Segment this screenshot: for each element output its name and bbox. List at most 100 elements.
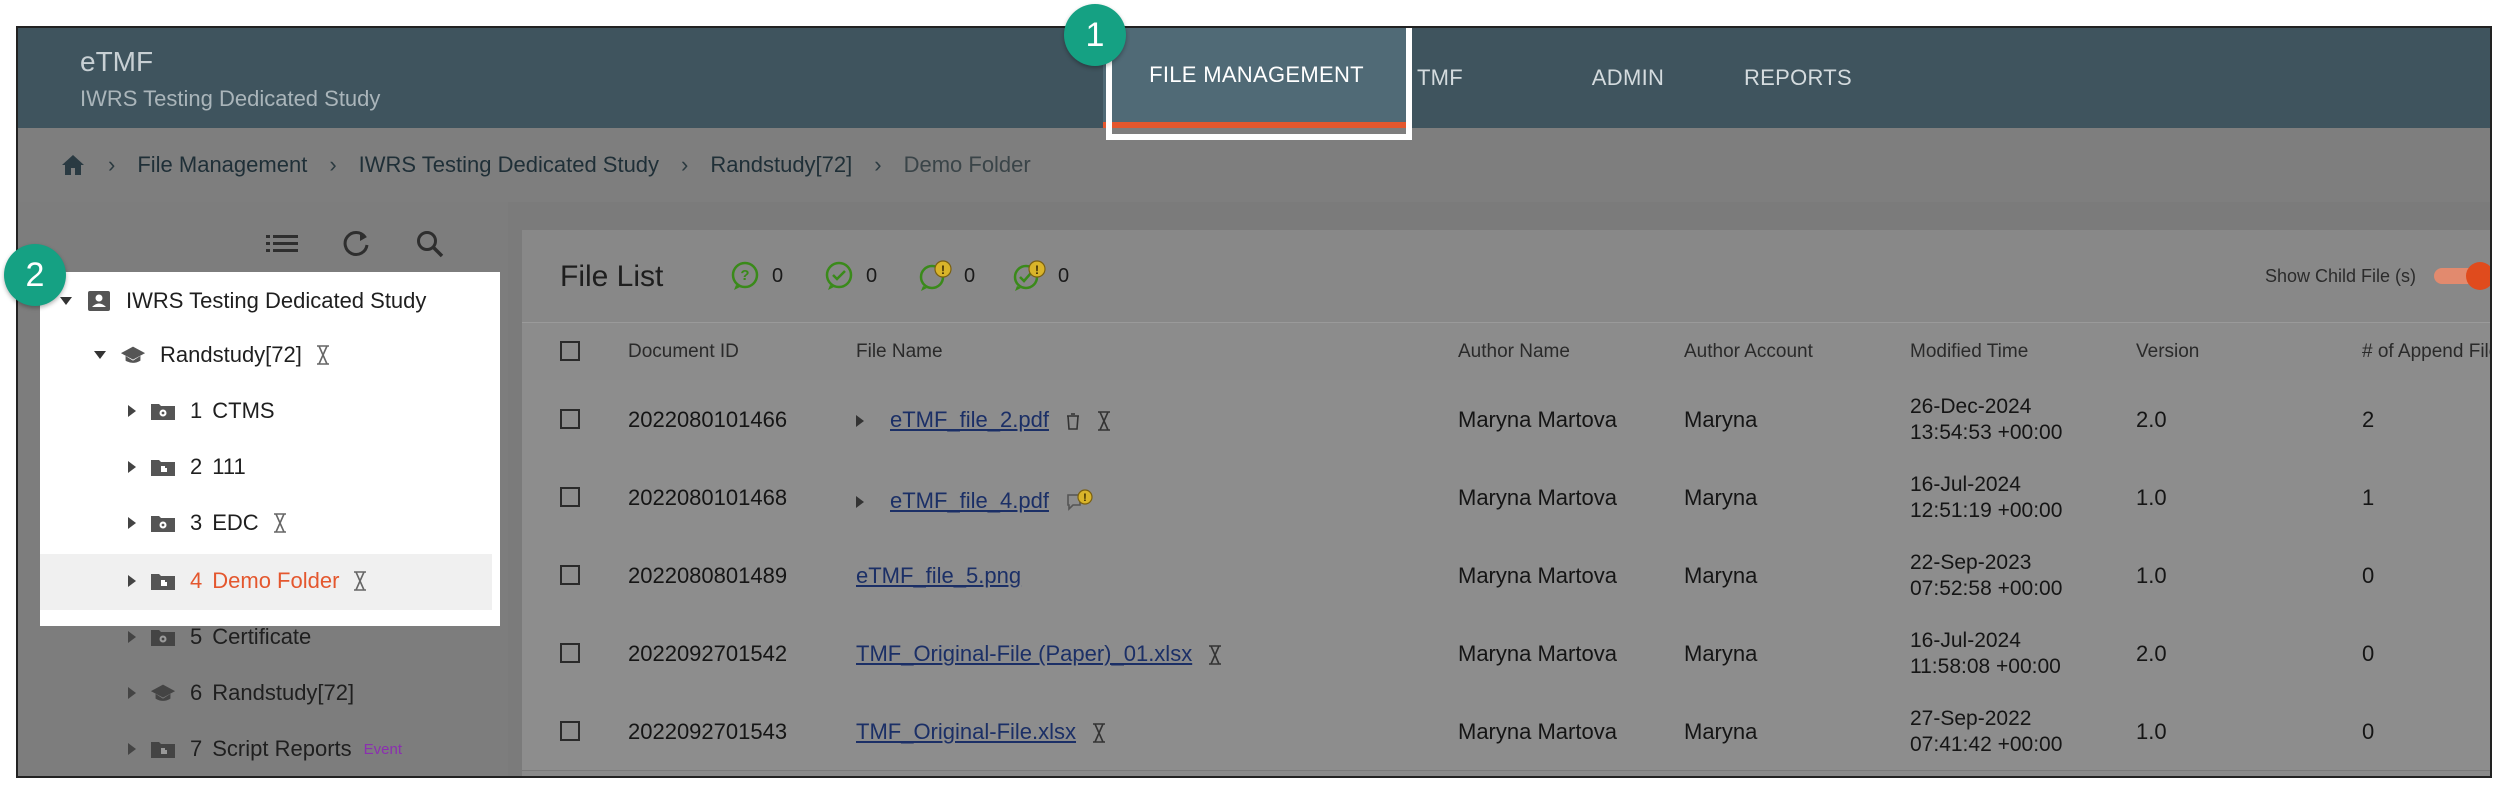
stat-approved[interactable]: 0 [824, 260, 877, 292]
expand-row-icon[interactable] [856, 415, 864, 428]
column-header-file-name[interactable]: File Name [856, 341, 943, 363]
row-checkbox[interactable] [560, 487, 580, 507]
modified-time: 26-Dec-2024 13:54:53 +00:00 [1910, 394, 2062, 446]
author-account: Maryna [1684, 563, 1758, 588]
version: 1.0 [2136, 485, 2167, 510]
table-row[interactable]: 2022080101468 eTMF_file_4.pdf ! Maryna M… [522, 458, 2490, 537]
column-header-author-account[interactable]: Author Account [1684, 341, 1813, 363]
folder-name: Script Reports [212, 736, 352, 761]
file-name-link[interactable]: eTMF_file_5.png [856, 563, 1021, 588]
folder-number: 5 [190, 624, 203, 649]
tab-file-management[interactable]: FILE MANAGEMENT [1103, 28, 1410, 128]
column-header-append-files[interactable]: # of Append Files [2362, 341, 2490, 363]
tree-root-label: IWRS Testing Dedicated Study [126, 288, 427, 313]
tab-admin[interactable]: ADMIN [1568, 28, 1688, 128]
row-checkbox[interactable] [560, 643, 580, 663]
version: 2.0 [2136, 641, 2167, 666]
show-child-files-label: Show Child File (s) [2264, 266, 2416, 286]
folder-number: 3 [190, 510, 203, 535]
folder-name: EDC [212, 510, 259, 535]
column-header-modified-time[interactable]: Modified Time [1910, 341, 2028, 363]
callout-badge-1: 1 [1064, 4, 1126, 66]
modified-clock: 07:41:42 +00:00 [1910, 733, 2063, 756]
modified-time: 16-Jul-2024 12:51:19 +00:00 [1910, 472, 2062, 524]
main-content: File List ? 0 0 ! 0 ! 0 Show Child File … [508, 202, 2490, 776]
folder-number: 6 [190, 680, 203, 705]
column-header-document-id[interactable]: Document ID [628, 341, 739, 363]
stat-warning[interactable]: ! 0 [918, 260, 975, 292]
folder-name: CTMS [212, 398, 275, 423]
file-name-link[interactable]: eTMF_file_4.pdf [890, 488, 1049, 513]
svg-text:!: ! [1083, 492, 1087, 504]
document-id: 2022080801489 [628, 563, 788, 588]
table-row[interactable]: 2022092701542 TMF_Original-File (Paper)_… [522, 614, 2490, 693]
stat-pending-count: 0 [772, 264, 784, 287]
graduation-cap-icon [150, 682, 176, 704]
file-name-link[interactable]: TMF_Original-File.xlsx [856, 719, 1076, 744]
breadcrumb-current: Demo Folder [903, 152, 1031, 177]
expand-row-icon[interactable] [856, 496, 864, 509]
author-name: Maryna Martova [1458, 563, 1617, 588]
table-row[interactable]: 2022080101466 eTMF_file_2.pdf Maryna Mar… [522, 380, 2490, 459]
author-name: Maryna Martova [1458, 407, 1617, 432]
version: 1.0 [2136, 563, 2167, 588]
select-all-checkbox[interactable] [560, 341, 580, 361]
trash-icon[interactable] [1065, 411, 1081, 431]
author-account: Maryna [1684, 719, 1758, 744]
breadcrumb-study[interactable]: IWRS Testing Dedicated Study [359, 152, 659, 178]
search-icon[interactable] [410, 224, 450, 264]
version: 2.0 [2136, 407, 2167, 432]
breadcrumb-file-management[interactable]: File Management [137, 152, 307, 178]
file-list-title: File List [560, 260, 664, 293]
home-icon[interactable] [60, 153, 86, 177]
row-checkbox[interactable] [560, 409, 580, 429]
study-subtitle: IWRS Testing Dedicated Study [80, 86, 381, 111]
expand-caret-icon[interactable] [128, 631, 136, 643]
comment-warning-icon[interactable]: ! [1065, 489, 1095, 515]
expand-caret-icon[interactable] [128, 743, 136, 755]
file-name-link[interactable]: TMF_Original-File (Paper)_01.xlsx [856, 641, 1192, 666]
tab-reports[interactable]: REPORTS [1718, 28, 1878, 128]
author-account: Maryna [1684, 407, 1758, 432]
tree-study-label: Randstudy[72] [160, 342, 302, 367]
row-checkbox[interactable] [560, 721, 580, 741]
column-header-author-name[interactable]: Author Name [1458, 341, 1570, 363]
settings-folder-icon [150, 400, 176, 422]
table-row[interactable]: 2022080801489 eTMF_file_5.png Maryna Mar… [522, 536, 2490, 615]
table-row[interactable]: 2022092701543 TMF_Original-File.xlsx Mar… [522, 692, 2490, 771]
append-files-count: 0 [2362, 641, 2375, 666]
breadcrumb-separator-icon: › [329, 152, 337, 177]
show-child-files-toggle[interactable] [2434, 262, 2490, 290]
tree-study-randstudy[interactable]: Randstudy[72] [94, 330, 564, 380]
list-view-icon[interactable] [262, 224, 302, 264]
modified-date: 27-Sep-2022 [1910, 707, 2032, 730]
hourglass-icon [1208, 645, 1222, 665]
row-checkbox[interactable] [560, 565, 580, 585]
svg-text:!: ! [1035, 263, 1039, 277]
document-id: 2022080101466 [628, 407, 788, 432]
expand-caret-icon[interactable] [128, 517, 136, 529]
expand-caret-icon[interactable] [128, 575, 136, 587]
stat-pending[interactable]: ? 0 [730, 260, 783, 292]
breadcrumb-randstudy[interactable]: Randstudy[72] [710, 152, 852, 178]
stat-check-warning[interactable]: ! 0 [1012, 260, 1069, 292]
tree-root-study[interactable]: IWRS Testing Dedicated Study [60, 276, 530, 326]
expand-caret-icon[interactable] [128, 461, 136, 473]
column-header-version[interactable]: Version [2136, 341, 2199, 363]
tab-tmf[interactable]: TMF [1390, 28, 1490, 128]
refresh-icon[interactable] [336, 224, 376, 264]
author-name: Maryna Martova [1458, 485, 1617, 510]
check-warning-icon: ! [1013, 260, 1046, 291]
file-name-link[interactable]: eTMF_file_2.pdf [890, 407, 1049, 432]
collapse-caret-icon[interactable] [94, 351, 106, 359]
breadcrumb: › File Management › IWRS Testing Dedicat… [18, 128, 2490, 202]
modified-time: 16-Jul-2024 11:58:08 +00:00 [1910, 628, 2061, 680]
author-account: Maryna [1684, 641, 1758, 666]
expand-caret-icon[interactable] [128, 405, 136, 417]
top-header: eTMF IWRS Testing Dedicated Study FILE M… [18, 28, 2490, 128]
modified-date: 22-Sep-2023 [1910, 551, 2032, 574]
expand-caret-icon[interactable] [128, 687, 136, 699]
svg-text:!: ! [941, 263, 945, 277]
collapse-caret-icon[interactable] [60, 297, 72, 305]
callout-badge-2: 2 [4, 244, 66, 306]
